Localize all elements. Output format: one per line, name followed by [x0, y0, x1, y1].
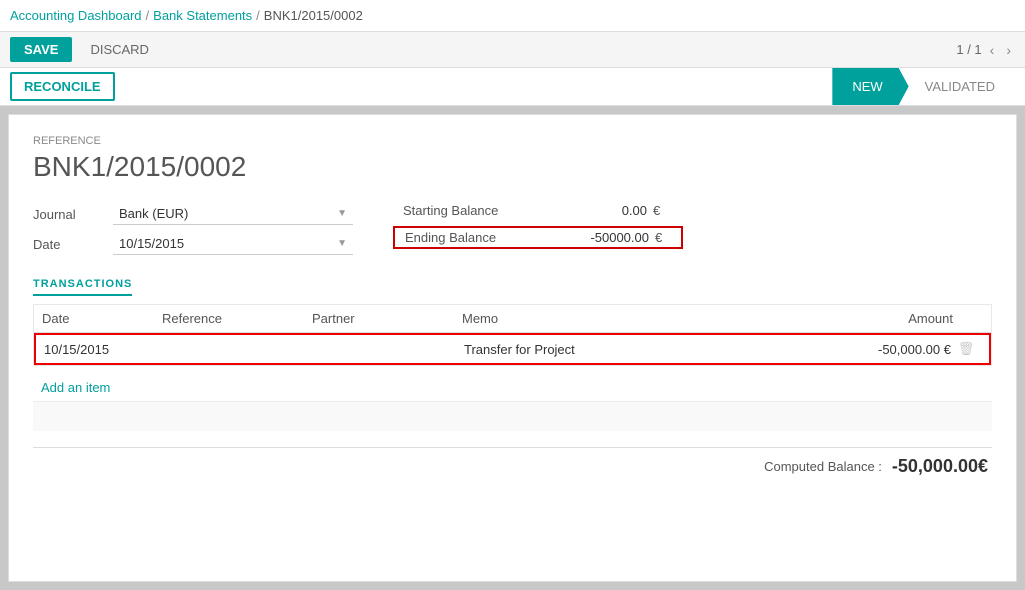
- journal-label: Journal: [33, 207, 113, 222]
- col-amount: Amount: [813, 311, 953, 326]
- row-memo: Transfer for Project: [464, 342, 811, 357]
- add-item-link[interactable]: Add an item: [41, 380, 110, 395]
- row-delete-icon[interactable]: 🗑: [951, 341, 981, 357]
- action-bar-left: SAVE DISCARD: [10, 37, 159, 62]
- empty-row: [33, 401, 992, 431]
- ending-balance-currency: €: [655, 230, 685, 245]
- reconcile-button[interactable]: RECONCILE: [10, 72, 115, 101]
- pagination-text: 1 / 1: [956, 42, 981, 57]
- transactions-table: Date Reference Partner Memo Amount 10/15…: [33, 304, 992, 366]
- row-amount: -50,000.00 €: [811, 342, 951, 357]
- transactions-section: TRANSACTIONS Date Reference Partner Memo…: [33, 275, 992, 431]
- breadcrumb: Accounting Dashboard / Bank Statements /…: [10, 8, 363, 23]
- status-steps: NEW VALIDATED: [832, 68, 1015, 105]
- date-dropdown-icon: ▼: [337, 238, 347, 249]
- pagination-prev-button[interactable]: ‹: [986, 40, 999, 60]
- starting-balance-label: Starting Balance: [393, 203, 533, 218]
- status-bar: RECONCILE NEW VALIDATED: [0, 68, 1025, 106]
- col-actions: [953, 311, 983, 326]
- breadcrumb-bank-statements[interactable]: Bank Statements: [153, 8, 252, 23]
- step-new: NEW: [832, 68, 908, 105]
- table-row[interactable]: 10/15/2015 Transfer for Project -50,000.…: [34, 333, 991, 365]
- journal-input[interactable]: Bank (EUR) ▼: [113, 203, 353, 225]
- step-validated: VALIDATED: [909, 68, 1015, 105]
- reference-label: Reference: [33, 135, 992, 147]
- journal-dropdown-icon: ▼: [337, 208, 347, 219]
- col-date: Date: [42, 311, 162, 326]
- computed-balance-label: Computed Balance :: [764, 459, 882, 474]
- ending-balance-label: Ending Balance: [395, 230, 535, 245]
- breadcrumb-current: BNK1/2015/0002: [264, 8, 363, 23]
- pagination: 1 / 1 ‹ ›: [956, 40, 1015, 60]
- starting-balance-value: 0.00: [533, 203, 653, 218]
- save-button[interactable]: SAVE: [10, 37, 72, 62]
- breadcrumb-bar: Accounting Dashboard / Bank Statements /…: [0, 0, 1025, 32]
- ending-balance-value[interactable]: -50000.00: [535, 230, 655, 245]
- transactions-title: TRANSACTIONS: [33, 278, 132, 296]
- breadcrumb-home[interactable]: Accounting Dashboard: [10, 8, 142, 23]
- main-content: Reference BNK1/2015/0002 Journal Bank (E…: [8, 114, 1017, 582]
- date-label: Date: [33, 237, 113, 252]
- breadcrumb-sep1: /: [146, 8, 150, 23]
- row-date: 10/15/2015: [44, 342, 164, 357]
- computed-balance: Computed Balance : -50,000.00€: [33, 447, 992, 477]
- starting-balance-currency: €: [653, 203, 683, 218]
- breadcrumb-sep2: /: [256, 8, 260, 23]
- reference-value: BNK1/2015/0002: [33, 151, 992, 183]
- col-memo: Memo: [462, 311, 813, 326]
- action-bar: SAVE DISCARD 1 / 1 ‹ ›: [0, 32, 1025, 68]
- col-reference: Reference: [162, 311, 312, 326]
- computed-balance-value: -50,000.00€: [892, 456, 988, 477]
- date-input[interactable]: 10/15/2015 ▼: [113, 233, 353, 255]
- discard-button[interactable]: DISCARD: [80, 37, 159, 62]
- pagination-next-button[interactable]: ›: [1002, 40, 1015, 60]
- col-partner: Partner: [312, 311, 462, 326]
- table-header: Date Reference Partner Memo Amount: [34, 305, 991, 333]
